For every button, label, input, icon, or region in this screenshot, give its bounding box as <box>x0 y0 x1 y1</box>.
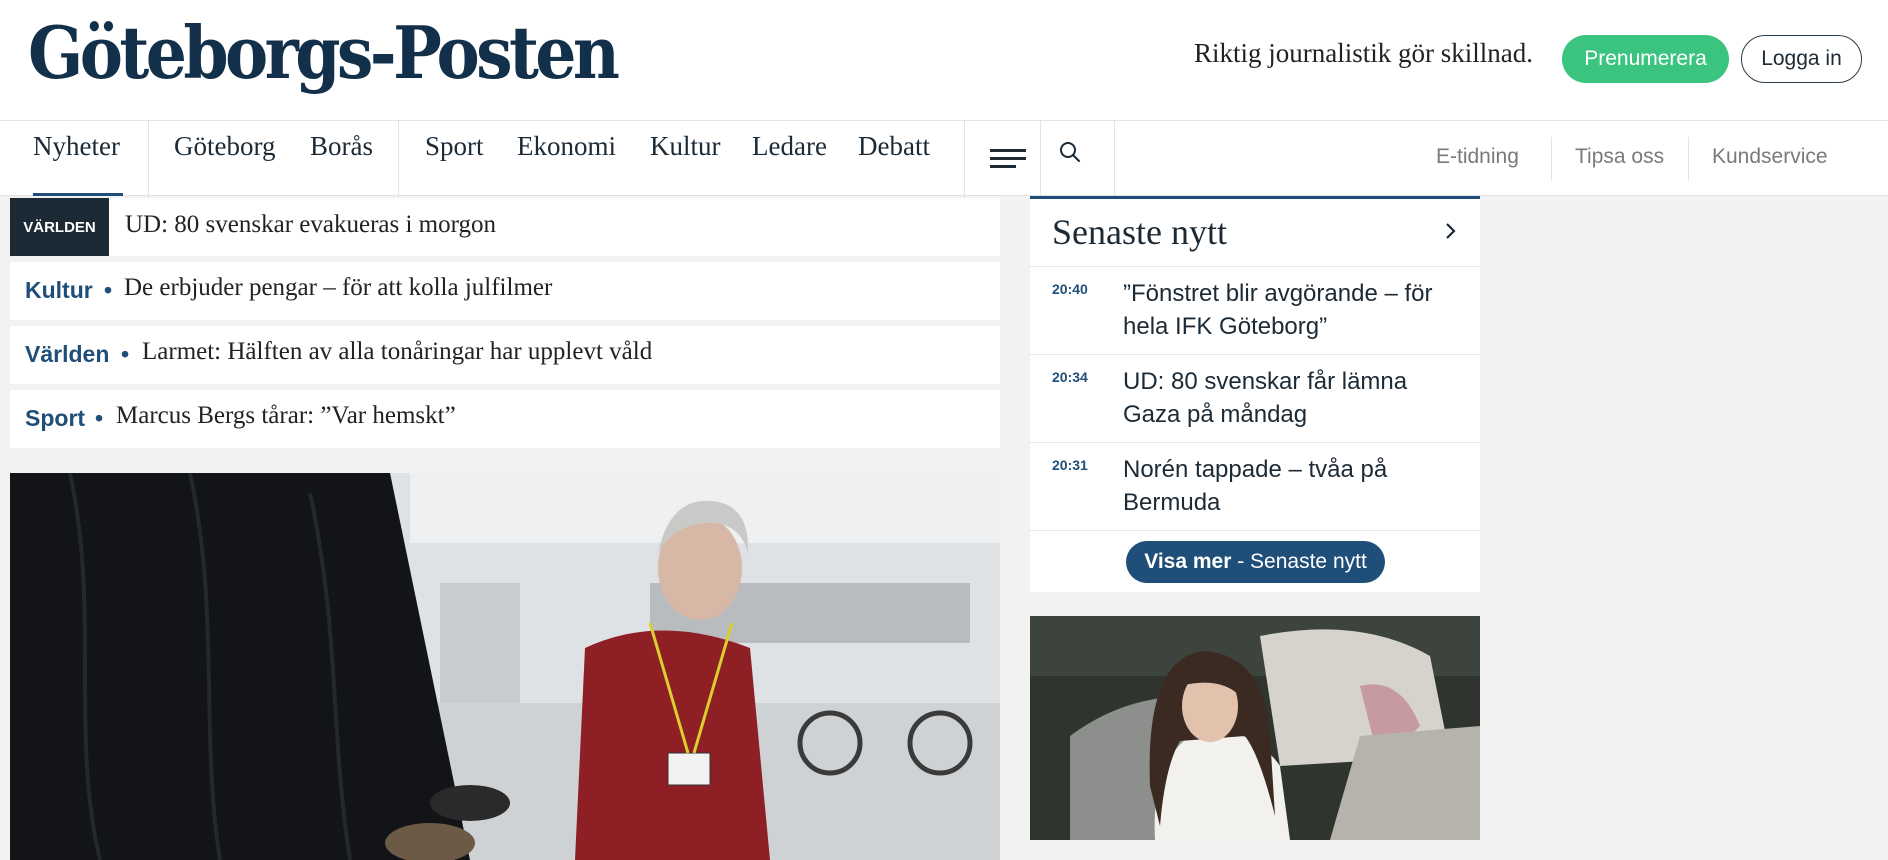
news-headline[interactable]: UD: 80 svenskar får lämna Gaza på måndag <box>1123 365 1468 431</box>
bullet-separator: • <box>104 277 113 303</box>
nav-divider <box>148 121 149 197</box>
latest-news-item[interactable]: 20:40 ”Fönstret blir avgörande – för hel… <box>1030 266 1480 355</box>
headline-row[interactable]: Världen • Larmet: Hälften av alla tonåri… <box>10 326 1000 384</box>
headline-category[interactable]: Sport <box>25 405 85 432</box>
hero-article-image[interactable] <box>10 473 1000 860</box>
nav-item-ekonomi[interactable]: Ekonomi <box>517 131 616 162</box>
search-icon[interactable] <box>1058 140 1082 164</box>
latest-news-title[interactable]: Senaste nytt <box>1052 211 1227 253</box>
nav-link-kundservice[interactable]: Kundservice <box>1712 145 1828 169</box>
nav-item-debatt[interactable]: Debatt <box>858 131 930 162</box>
headline-category[interactable]: Världen <box>25 341 109 368</box>
site-header: Göteborgs-Posten Riktig journalistik gör… <box>0 0 1888 120</box>
show-more-label: Visa mer <box>1144 550 1232 573</box>
nav-item-goteborg[interactable]: Göteborg <box>174 131 276 162</box>
latest-news-item[interactable]: 20:34 UD: 80 svenskar får lämna Gaza på … <box>1030 354 1480 443</box>
section-tag: VÄRLDEN <box>10 198 109 256</box>
latest-news-divider <box>1030 530 1480 531</box>
subscribe-button[interactable]: Prenumerera <box>1562 35 1729 83</box>
nav-active-indicator <box>33 193 123 196</box>
tagline: Riktig journalistik gör skillnad. <box>1194 38 1533 68</box>
nav-item-ledare[interactable]: Ledare <box>752 131 827 162</box>
bullet-separator: • <box>121 341 130 367</box>
news-timestamp: 20:31 <box>1052 457 1088 473</box>
nav-link-tipsa-oss[interactable]: Tipsa oss <box>1575 145 1664 169</box>
nav-divider <box>964 121 965 197</box>
headline-text[interactable]: Larmet: Hälften av alla tonåringar har u… <box>142 338 652 366</box>
site-logo[interactable]: Göteborgs-Posten <box>28 10 620 95</box>
news-headline[interactable]: Norén tappade – tvåa på Bermuda <box>1123 453 1468 519</box>
nav-item-kultur[interactable]: Kultur <box>650 131 721 162</box>
headline-text[interactable]: De erbjuder pengar – för att kolla julfi… <box>124 274 552 302</box>
nav-divider <box>1040 121 1041 197</box>
show-more-suffix: - Senaste nytt <box>1231 550 1367 573</box>
headline-text[interactable]: UD: 80 svenskar evakueras i morgon <box>125 211 496 239</box>
news-headline[interactable]: ”Fönstret blir avgörande – för hela IFK … <box>1123 277 1468 343</box>
nav-item-boras[interactable]: Borås <box>310 131 373 162</box>
nav-divider <box>1688 137 1689 181</box>
show-more-button[interactable]: Visa mer - Senaste nytt <box>1126 541 1385 583</box>
nav-link-e-tidning[interactable]: E-tidning <box>1436 145 1519 169</box>
nav-item-nyheter[interactable]: Nyheter <box>33 131 120 162</box>
login-button[interactable]: Logga in <box>1741 35 1862 83</box>
main-nav: Nyheter Göteborg Borås Sport Ekonomi Kul… <box>0 120 1888 197</box>
latest-news-item[interactable]: 20:31 Norén tappade – tvåa på Bermuda <box>1030 442 1480 531</box>
headline-text[interactable]: Marcus Bergs tårar: ”Var hemskt” <box>116 402 456 430</box>
nav-divider <box>398 121 399 197</box>
headline-category[interactable]: Kultur <box>25 277 93 304</box>
news-timestamp: 20:40 <box>1052 281 1088 297</box>
headline-row[interactable]: VÄRLDEN UD: 80 svenskar evakueras i morg… <box>10 198 1000 256</box>
chevron-right-icon[interactable] <box>1440 221 1460 241</box>
headline-row[interactable]: Kultur • De erbjuder pengar – för att ko… <box>10 262 1000 320</box>
news-timestamp: 20:34 <box>1052 369 1088 385</box>
side-article-image[interactable] <box>1030 616 1480 840</box>
nav-divider <box>1114 121 1115 197</box>
nav-item-sport[interactable]: Sport <box>425 131 484 162</box>
bullet-separator: • <box>95 405 104 431</box>
headline-row[interactable]: Sport • Marcus Bergs tårar: ”Var hemskt” <box>10 390 1000 448</box>
hamburger-menu-icon[interactable] <box>990 149 1026 169</box>
nav-divider <box>1551 137 1552 181</box>
latest-news-panel: Senaste nytt 20:40 ”Fönstret blir avgöra… <box>1030 196 1480 592</box>
